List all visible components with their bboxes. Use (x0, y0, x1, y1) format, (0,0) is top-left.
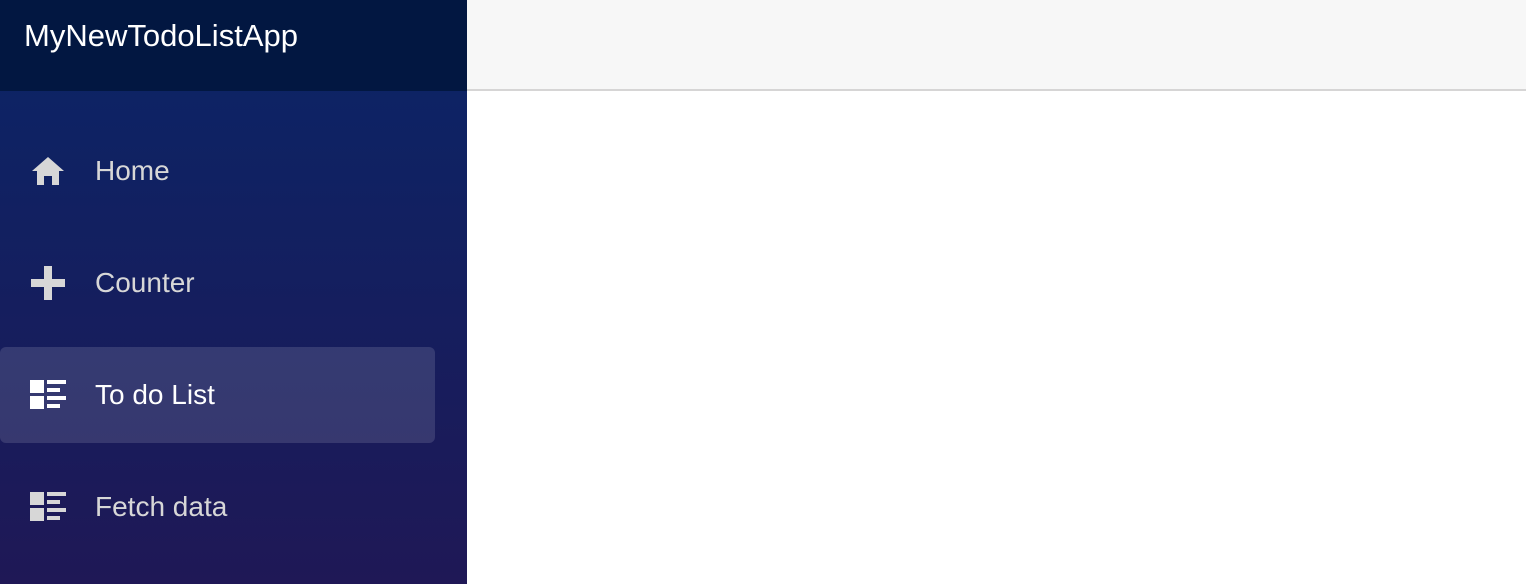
main-content (467, 0, 1526, 584)
nav-item-home[interactable]: Home (0, 123, 435, 219)
brand-link[interactable]: MyNewTodoListApp (24, 18, 298, 54)
nav-item-label: To do List (95, 379, 215, 410)
home-icon (30, 154, 66, 188)
plus-icon (30, 266, 66, 300)
nav-item-label: Counter (95, 267, 195, 298)
nav-item-label: Home (95, 155, 170, 186)
sidebar: MyNewTodoListApp Home Counter To do List… (0, 0, 467, 584)
nav-item-todo-list[interactable]: To do List (0, 347, 435, 443)
nav-item-fetch-data[interactable]: Fetch data (0, 459, 435, 555)
nav-item-counter[interactable]: Counter (0, 235, 435, 331)
brand-bar: MyNewTodoListApp (0, 0, 467, 91)
list-rich-icon (30, 378, 66, 412)
list-rich-icon (30, 490, 66, 524)
top-row (467, 0, 1526, 91)
nav-item-label: Fetch data (95, 491, 228, 522)
app-root: MyNewTodoListApp Home Counter To do List… (0, 0, 1526, 584)
